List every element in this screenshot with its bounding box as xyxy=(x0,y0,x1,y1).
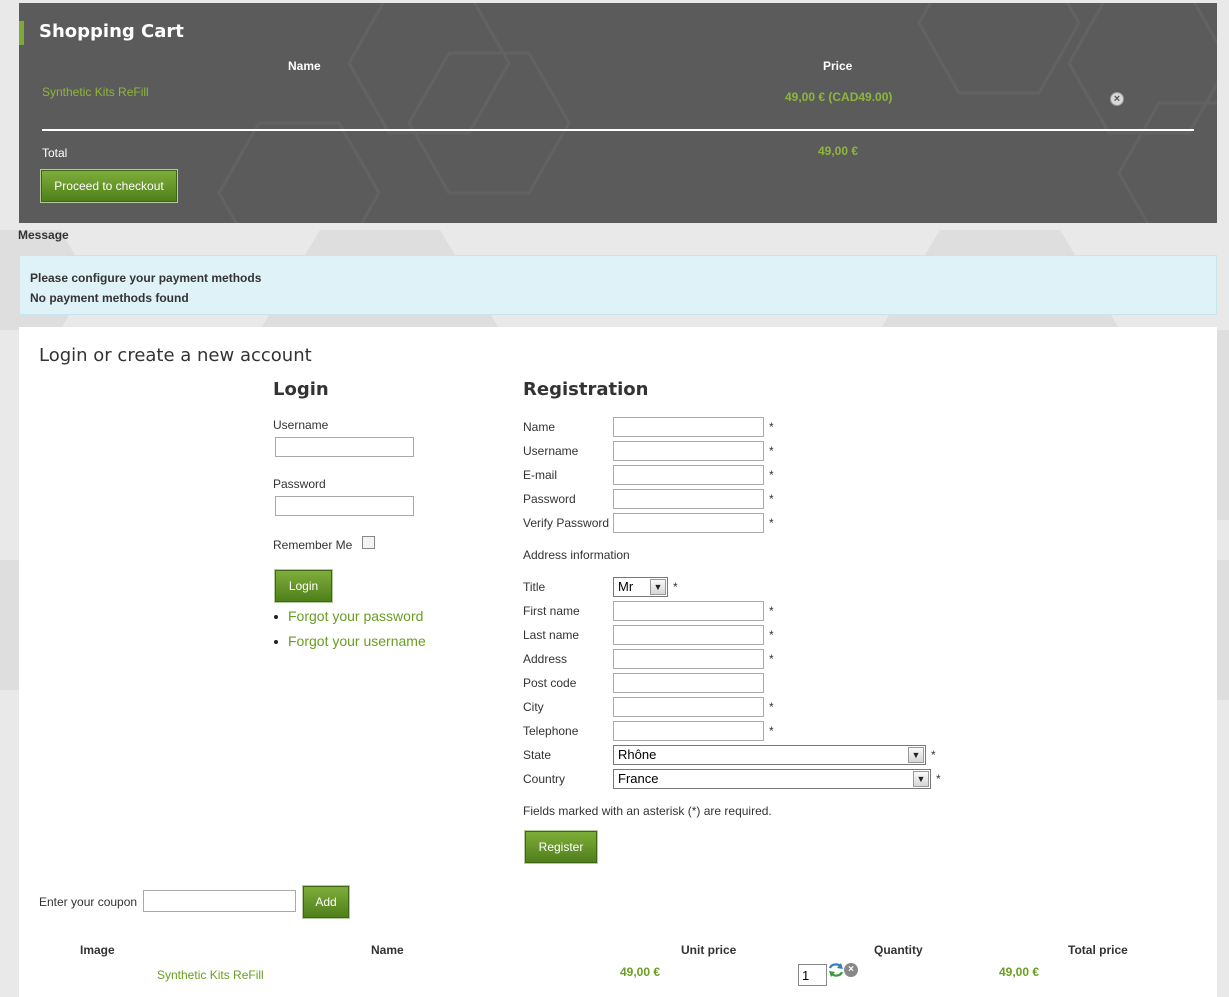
cart-hex-pattern xyxy=(217,3,1217,223)
reg-verify-password-label: Verify Password xyxy=(523,516,610,530)
country-select[interactable]: France ▼ xyxy=(613,769,931,789)
cart-header-price: Price xyxy=(823,59,853,73)
required-asterisk: * xyxy=(769,652,774,666)
refresh-icon[interactable] xyxy=(828,962,844,978)
col-header-total-price: Total price xyxy=(1068,943,1128,957)
quantity-input[interactable] xyxy=(798,964,827,986)
total-price: 49,00 € xyxy=(999,965,1040,979)
state-select[interactable]: Rhône ▼ xyxy=(613,745,926,765)
required-asterisk: * xyxy=(769,516,774,530)
reg-password-input[interactable] xyxy=(613,489,764,509)
reg-username-label: Username xyxy=(523,444,579,458)
register-button[interactable]: Register xyxy=(524,830,598,864)
remember-me-checkbox[interactable] xyxy=(362,536,375,549)
reg-verify-password-input[interactable] xyxy=(613,513,764,533)
login-title: Login xyxy=(273,379,329,400)
forgot-username-link[interactable]: Forgot your username xyxy=(288,633,426,649)
message-label: Message xyxy=(18,228,69,242)
reg-state-label: State xyxy=(523,748,552,762)
required-asterisk: * xyxy=(936,772,941,786)
login-username-label: Username xyxy=(273,418,329,432)
chevron-down-icon[interactable]: ▼ xyxy=(650,579,666,595)
payment-notice: Please configure your payment methods No… xyxy=(19,255,1217,315)
coupon-input[interactable] xyxy=(143,890,296,912)
notice-line: No payment methods found xyxy=(30,291,189,305)
remember-me-label: Remember Me xyxy=(273,538,353,552)
country-select-value: France xyxy=(618,771,659,786)
page-title: Login or create a new account xyxy=(39,345,312,366)
reg-country-label: Country xyxy=(523,772,566,786)
reg-title-label: Title xyxy=(523,580,546,594)
reg-name-label: Name xyxy=(523,420,556,434)
reg-telephone-label: Telephone xyxy=(523,724,579,738)
address-info-heading: Address information xyxy=(523,548,630,562)
cart-total-value: 49,00 € xyxy=(818,144,859,158)
shopping-cart-panel: Shopping Cart Name Price Synthetic Kits … xyxy=(19,3,1217,223)
required-asterisk: * xyxy=(769,700,774,714)
required-asterisk: * xyxy=(769,628,774,642)
required-fields-note: Fields marked with an asterisk (*) are r… xyxy=(523,804,772,818)
login-password-label: Password xyxy=(273,477,326,491)
login-username-input[interactable] xyxy=(275,437,414,457)
required-asterisk: * xyxy=(769,492,774,506)
chevron-down-icon[interactable]: ▼ xyxy=(913,771,929,787)
registration-title: Registration xyxy=(523,379,649,400)
title-select-value: Mr xyxy=(618,579,634,594)
reg-city-label: City xyxy=(523,700,544,714)
close-circle-icon[interactable]: × xyxy=(1110,92,1124,106)
reg-post-code-label: Post code xyxy=(523,676,577,690)
login-button[interactable]: Login xyxy=(274,569,333,603)
reg-first-name-label: First name xyxy=(523,604,580,618)
title-select[interactable]: Mr ▼ xyxy=(613,577,668,597)
required-asterisk: * xyxy=(769,604,774,618)
cart-item-link[interactable]: Synthetic Kits ReFill xyxy=(42,85,149,99)
proceed-to-checkout-button[interactable]: Proceed to checkout xyxy=(40,169,178,203)
cart-title: Shopping Cart xyxy=(19,21,184,45)
notice-line: Please configure your payment methods xyxy=(30,271,262,285)
state-select-value: Rhône xyxy=(618,747,657,762)
cart-total-label: Total xyxy=(42,146,68,160)
coupon-label: Enter your coupon xyxy=(39,895,138,909)
close-circle-icon[interactable]: × xyxy=(844,963,858,977)
login-password-input[interactable] xyxy=(275,496,414,516)
bullet xyxy=(274,640,278,644)
col-header-name: Name xyxy=(371,943,404,957)
add-coupon-button[interactable]: Add xyxy=(302,885,350,919)
required-asterisk: * xyxy=(931,748,936,762)
bullet xyxy=(274,615,278,619)
reg-password-label: Password xyxy=(523,492,576,506)
chevron-down-icon[interactable]: ▼ xyxy=(908,747,924,763)
reg-first-name-input[interactable] xyxy=(613,601,764,621)
col-header-image: Image xyxy=(80,943,115,957)
reg-telephone-input[interactable] xyxy=(613,721,764,741)
forgot-password-link[interactable]: Forgot your password xyxy=(288,608,423,624)
required-asterisk: * xyxy=(769,420,774,434)
reg-last-name-label: Last name xyxy=(523,628,580,642)
required-asterisk: * xyxy=(673,580,678,594)
col-header-unit-price: Unit price xyxy=(681,943,737,957)
reg-post-code-input[interactable] xyxy=(613,673,764,693)
reg-username-input[interactable] xyxy=(613,441,764,461)
required-asterisk: * xyxy=(769,468,774,482)
reg-name-input[interactable] xyxy=(613,417,764,437)
reg-email-input[interactable] xyxy=(613,465,764,485)
cart-item-price: 49,00 € (CAD49.00) xyxy=(785,90,893,104)
required-asterisk: * xyxy=(769,724,774,738)
reg-city-input[interactable] xyxy=(613,697,764,717)
required-asterisk: * xyxy=(769,444,774,458)
product-link[interactable]: Synthetic Kits ReFill xyxy=(157,968,264,982)
reg-last-name-input[interactable] xyxy=(613,625,764,645)
account-section: Login or create a new account Login User… xyxy=(19,327,1217,997)
reg-email-label: E-mail xyxy=(523,468,558,482)
reg-address-label: Address xyxy=(523,652,568,666)
cart-divider xyxy=(42,129,1194,131)
col-header-quantity: Quantity xyxy=(874,943,923,957)
unit-price: 49,00 € xyxy=(620,965,661,979)
reg-address-input[interactable] xyxy=(613,649,764,669)
cart-header-name: Name xyxy=(288,59,321,73)
